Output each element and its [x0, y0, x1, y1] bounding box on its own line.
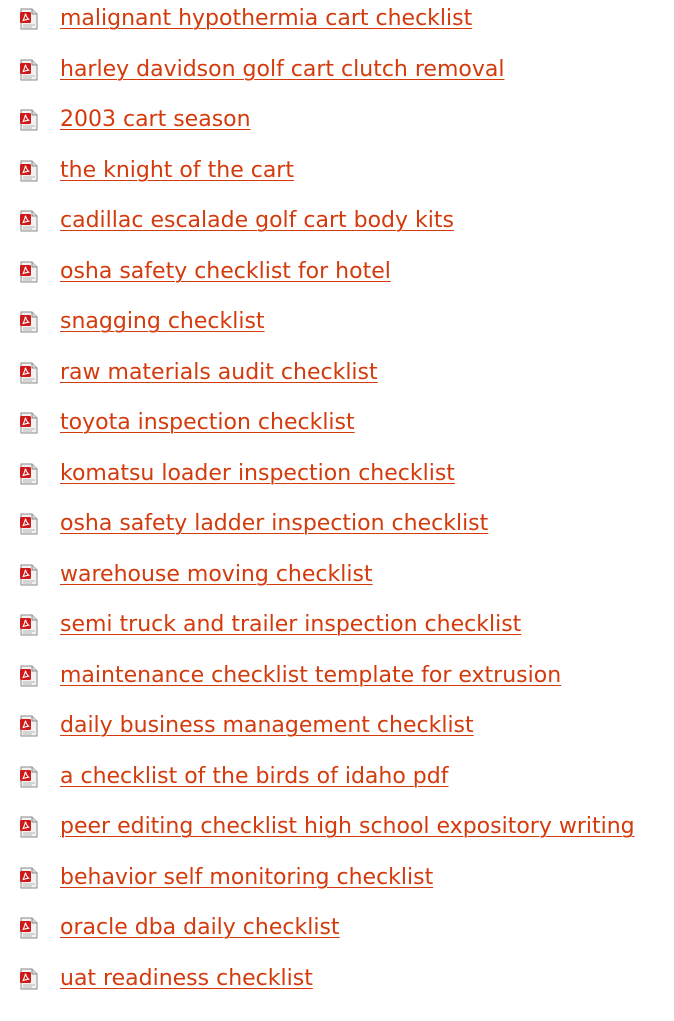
list-item: harley davidson golf cart clutch removal: [0, 45, 674, 96]
document-link[interactable]: warehouse moving checklist: [60, 562, 373, 588]
pdf-file-icon: [19, 665, 39, 687]
pdf-file-icon: [19, 412, 39, 434]
pdf-file-icon: [19, 160, 39, 182]
document-link[interactable]: oracle dba daily checklist: [60, 915, 340, 941]
list-item: osha safety checklist for hotel: [0, 247, 674, 298]
list-item: uat readiness checklist: [0, 954, 674, 1005]
list-item: oracle dba daily checklist: [0, 903, 674, 954]
document-link[interactable]: harley davidson golf cart clutch removal: [60, 57, 504, 83]
document-link[interactable]: 2003 cart season: [60, 107, 251, 133]
document-link[interactable]: toyota inspection checklist: [60, 410, 355, 436]
pdf-file-icon: [19, 311, 39, 333]
document-list: malignant hypothermia cart checklist harl…: [0, 0, 674, 1004]
document-link[interactable]: snagging checklist: [60, 309, 265, 335]
pdf-file-icon: [19, 109, 39, 131]
pdf-file-icon: [19, 59, 39, 81]
list-item: toyota inspection checklist: [0, 398, 674, 449]
document-link[interactable]: behavior self monitoring checklist: [60, 865, 433, 891]
list-item: komatsu loader inspection checklist: [0, 449, 674, 500]
document-link[interactable]: peer editing checklist high school expos…: [60, 814, 635, 840]
pdf-file-icon: [19, 261, 39, 283]
pdf-file-icon: [19, 513, 39, 535]
pdf-file-icon: [19, 564, 39, 586]
document-link[interactable]: cadillac escalade golf cart body kits: [60, 208, 454, 234]
list-item: maintenance checklist template for extru…: [0, 651, 674, 702]
document-link[interactable]: osha safety checklist for hotel: [60, 259, 391, 285]
list-item: malignant hypothermia cart checklist: [0, 0, 674, 45]
document-link[interactable]: raw materials audit checklist: [60, 360, 378, 386]
list-item: peer editing checklist high school expos…: [0, 802, 674, 853]
pdf-file-icon: [19, 614, 39, 636]
document-link[interactable]: daily business management checklist: [60, 713, 474, 739]
pdf-file-icon: [19, 867, 39, 889]
list-item: behavior self monitoring checklist: [0, 853, 674, 904]
pdf-file-icon: [19, 463, 39, 485]
document-link[interactable]: uat readiness checklist: [60, 966, 313, 992]
list-item: the knight of the cart: [0, 146, 674, 197]
list-item: warehouse moving checklist: [0, 550, 674, 601]
pdf-file-icon: [19, 917, 39, 939]
document-link[interactable]: malignant hypothermia cart checklist: [60, 6, 472, 32]
document-link[interactable]: semi truck and trailer inspection checkl…: [60, 612, 521, 638]
pdf-file-icon: [19, 968, 39, 990]
pdf-file-icon: [19, 715, 39, 737]
pdf-file-icon: [19, 766, 39, 788]
list-item: osha safety ladder inspection checklist: [0, 499, 674, 550]
document-link[interactable]: komatsu loader inspection checklist: [60, 461, 455, 487]
list-item: 2003 cart season: [0, 95, 674, 146]
pdf-file-icon: [19, 362, 39, 384]
list-item: daily business management checklist: [0, 701, 674, 752]
list-item: semi truck and trailer inspection checkl…: [0, 600, 674, 651]
document-link[interactable]: the knight of the cart: [60, 158, 294, 184]
pdf-file-icon: [19, 210, 39, 232]
list-item: snagging checklist: [0, 297, 674, 348]
document-link[interactable]: a checklist of the birds of idaho pdf: [60, 764, 448, 790]
list-item: a checklist of the birds of idaho pdf: [0, 752, 674, 803]
document-link[interactable]: maintenance checklist template for extru…: [60, 663, 561, 689]
list-item: raw materials audit checklist: [0, 348, 674, 399]
document-link[interactable]: osha safety ladder inspection checklist: [60, 511, 488, 537]
pdf-file-icon: [19, 816, 39, 838]
pdf-file-icon: [19, 8, 39, 30]
list-item: cadillac escalade golf cart body kits: [0, 196, 674, 247]
